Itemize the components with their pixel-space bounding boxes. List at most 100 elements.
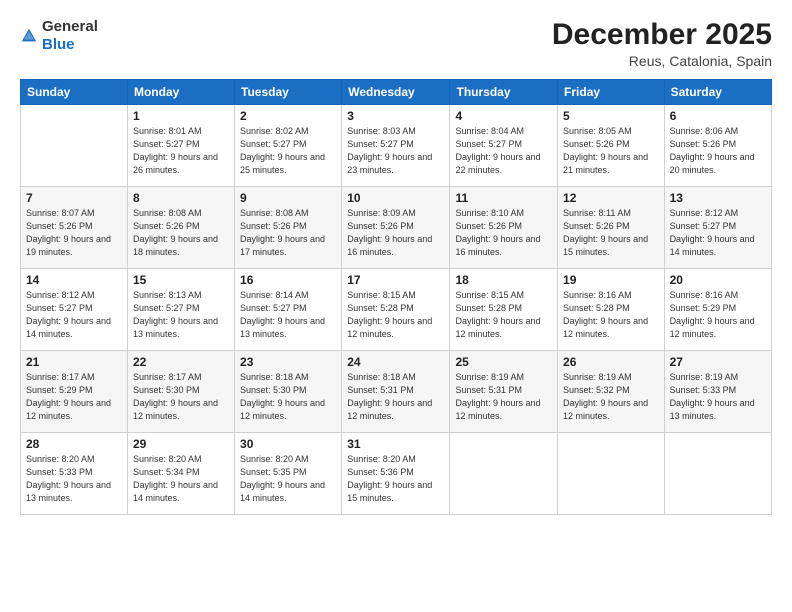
day-info: Sunrise: 8:20 AMSunset: 5:34 PMDaylight:…	[133, 454, 218, 503]
day-of-week-header: Sunday	[21, 80, 128, 105]
calendar-cell: 15 Sunrise: 8:13 AMSunset: 5:27 PMDaylig…	[127, 269, 234, 351]
day-info: Sunrise: 8:17 AMSunset: 5:29 PMDaylight:…	[26, 372, 111, 421]
day-of-week-header: Tuesday	[235, 80, 342, 105]
day-number: 26	[563, 355, 659, 369]
header: General Blue December 2025 Reus, Catalon…	[20, 18, 772, 69]
logo: General Blue	[20, 18, 98, 54]
day-number: 13	[670, 191, 766, 205]
day-info: Sunrise: 8:10 AMSunset: 5:26 PMDaylight:…	[455, 208, 540, 257]
calendar-cell: 10 Sunrise: 8:09 AMSunset: 5:26 PMDaylig…	[342, 187, 450, 269]
location-title: Reus, Catalonia, Spain	[552, 53, 772, 69]
day-number: 10	[347, 191, 444, 205]
day-number: 25	[455, 355, 552, 369]
calendar-body: 1 Sunrise: 8:01 AMSunset: 5:27 PMDayligh…	[21, 105, 772, 515]
day-number: 6	[670, 109, 766, 123]
day-number: 24	[347, 355, 444, 369]
day-of-week-header: Friday	[558, 80, 665, 105]
calendar-cell: 26 Sunrise: 8:19 AMSunset: 5:32 PMDaylig…	[558, 351, 665, 433]
calendar-cell: 3 Sunrise: 8:03 AMSunset: 5:27 PMDayligh…	[342, 105, 450, 187]
day-number: 23	[240, 355, 336, 369]
day-of-week-header: Monday	[127, 80, 234, 105]
calendar-cell: 1 Sunrise: 8:01 AMSunset: 5:27 PMDayligh…	[127, 105, 234, 187]
day-info: Sunrise: 8:07 AMSunset: 5:26 PMDaylight:…	[26, 208, 111, 257]
day-info: Sunrise: 8:16 AMSunset: 5:29 PMDaylight:…	[670, 290, 755, 339]
calendar-week-row: 14 Sunrise: 8:12 AMSunset: 5:27 PMDaylig…	[21, 269, 772, 351]
day-number: 1	[133, 109, 229, 123]
day-of-week-header: Thursday	[450, 80, 558, 105]
day-number: 20	[670, 273, 766, 287]
day-info: Sunrise: 8:08 AMSunset: 5:26 PMDaylight:…	[240, 208, 325, 257]
day-info: Sunrise: 8:05 AMSunset: 5:26 PMDaylight:…	[563, 126, 648, 175]
calendar-cell: 25 Sunrise: 8:19 AMSunset: 5:31 PMDaylig…	[450, 351, 558, 433]
day-number: 14	[26, 273, 122, 287]
calendar-cell: 5 Sunrise: 8:05 AMSunset: 5:26 PMDayligh…	[558, 105, 665, 187]
calendar-cell: 27 Sunrise: 8:19 AMSunset: 5:33 PMDaylig…	[664, 351, 771, 433]
day-info: Sunrise: 8:19 AMSunset: 5:31 PMDaylight:…	[455, 372, 540, 421]
day-number: 31	[347, 437, 444, 451]
calendar-cell	[558, 433, 665, 515]
calendar-week-row: 1 Sunrise: 8:01 AMSunset: 5:27 PMDayligh…	[21, 105, 772, 187]
day-info: Sunrise: 8:08 AMSunset: 5:26 PMDaylight:…	[133, 208, 218, 257]
calendar-cell: 20 Sunrise: 8:16 AMSunset: 5:29 PMDaylig…	[664, 269, 771, 351]
day-info: Sunrise: 8:20 AMSunset: 5:33 PMDaylight:…	[26, 454, 111, 503]
day-info: Sunrise: 8:13 AMSunset: 5:27 PMDaylight:…	[133, 290, 218, 339]
calendar-cell: 28 Sunrise: 8:20 AMSunset: 5:33 PMDaylig…	[21, 433, 128, 515]
calendar-cell: 16 Sunrise: 8:14 AMSunset: 5:27 PMDaylig…	[235, 269, 342, 351]
calendar-cell: 29 Sunrise: 8:20 AMSunset: 5:34 PMDaylig…	[127, 433, 234, 515]
calendar-week-row: 28 Sunrise: 8:20 AMSunset: 5:33 PMDaylig…	[21, 433, 772, 515]
day-number: 17	[347, 273, 444, 287]
calendar-table: SundayMondayTuesdayWednesdayThursdayFrid…	[20, 79, 772, 515]
day-info: Sunrise: 8:15 AMSunset: 5:28 PMDaylight:…	[455, 290, 540, 339]
day-number: 12	[563, 191, 659, 205]
calendar-cell: 2 Sunrise: 8:02 AMSunset: 5:27 PMDayligh…	[235, 105, 342, 187]
logo-general: General	[42, 18, 98, 35]
day-info: Sunrise: 8:03 AMSunset: 5:27 PMDaylight:…	[347, 126, 432, 175]
day-number: 3	[347, 109, 444, 123]
calendar-cell	[450, 433, 558, 515]
day-number: 9	[240, 191, 336, 205]
day-number: 19	[563, 273, 659, 287]
calendar-week-row: 7 Sunrise: 8:07 AMSunset: 5:26 PMDayligh…	[21, 187, 772, 269]
calendar-cell: 31 Sunrise: 8:20 AMSunset: 5:36 PMDaylig…	[342, 433, 450, 515]
calendar-cell: 8 Sunrise: 8:08 AMSunset: 5:26 PMDayligh…	[127, 187, 234, 269]
calendar-cell: 23 Sunrise: 8:18 AMSunset: 5:30 PMDaylig…	[235, 351, 342, 433]
calendar-cell: 21 Sunrise: 8:17 AMSunset: 5:29 PMDaylig…	[21, 351, 128, 433]
calendar-cell: 19 Sunrise: 8:16 AMSunset: 5:28 PMDaylig…	[558, 269, 665, 351]
month-title: December 2025	[552, 18, 772, 51]
day-number: 28	[26, 437, 122, 451]
day-info: Sunrise: 8:19 AMSunset: 5:33 PMDaylight:…	[670, 372, 755, 421]
calendar-cell: 4 Sunrise: 8:04 AMSunset: 5:27 PMDayligh…	[450, 105, 558, 187]
day-number: 4	[455, 109, 552, 123]
day-info: Sunrise: 8:17 AMSunset: 5:30 PMDaylight:…	[133, 372, 218, 421]
logo-icon	[20, 27, 38, 45]
day-number: 2	[240, 109, 336, 123]
day-info: Sunrise: 8:12 AMSunset: 5:27 PMDaylight:…	[26, 290, 111, 339]
day-info: Sunrise: 8:19 AMSunset: 5:32 PMDaylight:…	[563, 372, 648, 421]
calendar-cell: 24 Sunrise: 8:18 AMSunset: 5:31 PMDaylig…	[342, 351, 450, 433]
day-info: Sunrise: 8:20 AMSunset: 5:36 PMDaylight:…	[347, 454, 432, 503]
day-number: 15	[133, 273, 229, 287]
day-info: Sunrise: 8:12 AMSunset: 5:27 PMDaylight:…	[670, 208, 755, 257]
logo-blue: Blue	[42, 36, 75, 53]
calendar-cell: 6 Sunrise: 8:06 AMSunset: 5:26 PMDayligh…	[664, 105, 771, 187]
day-info: Sunrise: 8:02 AMSunset: 5:27 PMDaylight:…	[240, 126, 325, 175]
calendar-cell: 13 Sunrise: 8:12 AMSunset: 5:27 PMDaylig…	[664, 187, 771, 269]
day-of-week-header: Saturday	[664, 80, 771, 105]
day-number: 27	[670, 355, 766, 369]
day-number: 16	[240, 273, 336, 287]
day-of-week-header: Wednesday	[342, 80, 450, 105]
page: General Blue December 2025 Reus, Catalon…	[0, 0, 792, 612]
calendar-cell: 14 Sunrise: 8:12 AMSunset: 5:27 PMDaylig…	[21, 269, 128, 351]
day-info: Sunrise: 8:11 AMSunset: 5:26 PMDaylight:…	[563, 208, 648, 257]
day-number: 8	[133, 191, 229, 205]
day-number: 11	[455, 191, 552, 205]
calendar-cell: 7 Sunrise: 8:07 AMSunset: 5:26 PMDayligh…	[21, 187, 128, 269]
day-of-week-row: SundayMondayTuesdayWednesdayThursdayFrid…	[21, 80, 772, 105]
calendar-cell: 11 Sunrise: 8:10 AMSunset: 5:26 PMDaylig…	[450, 187, 558, 269]
calendar-week-row: 21 Sunrise: 8:17 AMSunset: 5:29 PMDaylig…	[21, 351, 772, 433]
day-info: Sunrise: 8:18 AMSunset: 5:31 PMDaylight:…	[347, 372, 432, 421]
day-info: Sunrise: 8:15 AMSunset: 5:28 PMDaylight:…	[347, 290, 432, 339]
calendar-cell: 17 Sunrise: 8:15 AMSunset: 5:28 PMDaylig…	[342, 269, 450, 351]
day-info: Sunrise: 8:09 AMSunset: 5:26 PMDaylight:…	[347, 208, 432, 257]
title-block: December 2025 Reus, Catalonia, Spain	[552, 18, 772, 69]
